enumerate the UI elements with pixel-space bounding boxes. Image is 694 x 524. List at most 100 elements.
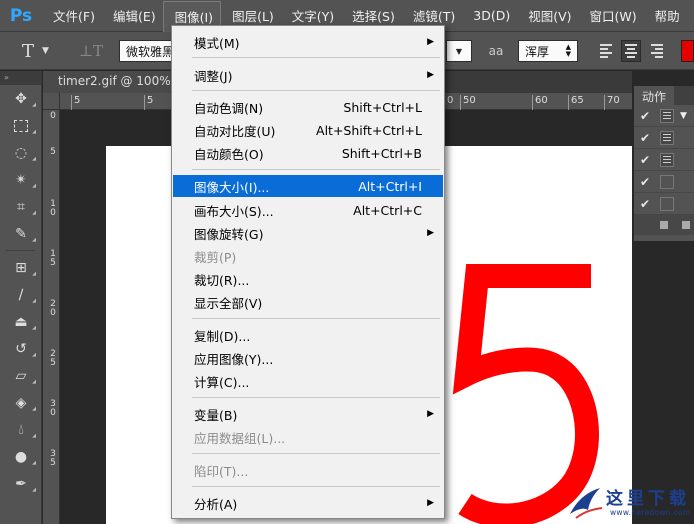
ruler-tick-label: 3 5 (50, 449, 56, 468)
checkmark-icon[interactable]: ✔ (634, 197, 656, 211)
checkmark-icon[interactable]: ✔ (634, 109, 656, 123)
menu-item-label: 裁切(R)... (194, 272, 250, 288)
menu-item-apply-image[interactable]: 应用图像(Y)... (173, 347, 443, 369)
text-color-swatch[interactable] (681, 40, 694, 62)
paint-bucket-icon[interactable]: ◈ ◢ (0, 389, 42, 416)
dodge-tool-icon[interactable]: ● ◢ (0, 443, 42, 470)
crop-tool-icon[interactable]: ⌗ ◢ (0, 193, 42, 220)
toolbox: » ✥ ◢ ◢ ◌ ◢ ✴ ◢ ⌗ ◢ ✎ ◢ ⊞ ◢ ∕ ◢ ⏏ ◢ ↺ ◢ ▱ ◢ ◈ ◢ 💧︎ ◢… (0, 71, 42, 524)
menu-view[interactable]: 视图(V) (517, 0, 578, 32)
align-left-icon[interactable] (597, 40, 617, 62)
submenu-arrow-icon: ▶ (427, 228, 434, 238)
pen-tool-icon[interactable]: ✒ ◢ (0, 470, 42, 497)
actions-tab[interactable]: 动作 (634, 86, 675, 105)
menu-item-label: 调整(J) (194, 68, 233, 84)
checkmark-icon[interactable]: ✔ (634, 175, 656, 189)
menu-item-trap: 陷印(T)... (173, 459, 443, 481)
ruler-vertical[interactable]: 0 5 1 0 1 5 2 0 2 5 3 0 3 5 (43, 110, 60, 524)
actions-panel-header: 动作 (634, 86, 694, 105)
blur-tool-icon[interactable]: 💧︎ ◢ (0, 416, 42, 443)
menu-separator (192, 57, 440, 58)
dialog-toggle-icon[interactable] (660, 174, 674, 189)
antialias-select[interactable]: 浑厚 ▲ ▼ (518, 40, 578, 62)
menu-item-image-size[interactable]: 图像大小(I)... Alt+Ctrl+I (173, 175, 443, 197)
antialias-icon: aa (488, 44, 504, 58)
new-action-icon[interactable] (682, 221, 690, 229)
menu-item-analysis[interactable]: 分析(A) ▶ (173, 492, 443, 514)
history-brush-icon[interactable]: ↺ ◢ (0, 335, 42, 362)
watermark-url: www.heredown.com (610, 508, 691, 517)
text-tool-preset[interactable]: T ▼ (22, 38, 66, 64)
menu-item-shortcut: Shift+Ctrl+B (341, 145, 422, 161)
menu-item-shortcut: Alt+Shift+Ctrl+L (316, 122, 422, 138)
actions-panel: 动作 ✔ ▼ ✔ ✔ ✔ ✔ (633, 86, 694, 241)
menu-item-trim[interactable]: 裁切(R)... (173, 268, 443, 290)
eraser-tool-icon[interactable]: ▱ ◢ (0, 362, 42, 389)
menu-window[interactable]: 窗口(W) (579, 0, 644, 32)
submenu-arrow-icon: ▶ (427, 70, 434, 80)
chevron-down-icon: ▼ (42, 46, 49, 56)
dialog-toggle-icon[interactable] (660, 130, 674, 145)
menu-item-shortcut: Alt+Ctrl+C (353, 202, 422, 218)
action-row[interactable]: ✔ (634, 193, 694, 215)
ruler-tick-label: 3 0 (50, 399, 56, 418)
ruler-tick-label: 65 (568, 95, 584, 110)
expand-triangle-icon[interactable]: ▼ (680, 111, 687, 121)
brush-tool-icon[interactable]: ∕ ◢ (0, 281, 42, 308)
menu-item-canvas-size[interactable]: 画布大小(S)... Alt+Ctrl+C (173, 199, 443, 221)
menu-3d[interactable]: 3D(D) (462, 0, 517, 32)
menu-item-adjustments[interactable]: 调整(J) ▶ (173, 64, 443, 86)
menu-item-image-rotation[interactable]: 图像旋转(G) ▶ (173, 222, 443, 244)
submenu-arrow-icon: ▶ (427, 37, 434, 47)
align-center-icon[interactable] (621, 40, 641, 62)
healing-brush-icon[interactable]: ⊞ ◢ (0, 254, 42, 281)
menu-item-mode[interactable]: 模式(M) ▶ (173, 31, 443, 53)
align-right-icon[interactable] (648, 40, 668, 62)
submenu-arrow-icon: ▶ (427, 498, 434, 508)
document-tab[interactable]: timer2.gif @ 100% (43, 71, 175, 93)
menu-item-auto-tone[interactable]: 自动色调(N) Shift+Ctrl+L (173, 96, 443, 118)
text-orientation-icon[interactable]: ⊥T (78, 40, 104, 62)
dialog-toggle-icon[interactable] (660, 108, 674, 123)
menu-separator (192, 90, 440, 91)
move-tool-icon[interactable]: ✥ ◢ (0, 85, 42, 112)
menu-item-label: 自动颜色(O) (194, 146, 264, 162)
dialog-toggle-icon[interactable] (660, 196, 674, 211)
dialog-toggle-icon[interactable] (660, 152, 674, 167)
menu-item-variables[interactable]: 变量(B) ▶ (173, 403, 443, 425)
toolbox-collapse-icon[interactable]: » (0, 71, 41, 85)
eyedropper-icon[interactable]: ✎ ◢ (0, 220, 42, 247)
magic-wand-icon[interactable]: ✴ ◢ (0, 166, 42, 193)
menu-item-calculations[interactable]: 计算(C)... (173, 370, 443, 392)
watermark: 这里下载 www.heredown.com (566, 484, 692, 522)
marquee-tool-icon[interactable]: ◢ (0, 112, 42, 139)
font-family-field[interactable]: 微软雅黑 (119, 40, 179, 62)
ruler-tick-label: 1 5 (50, 249, 56, 268)
ruler-origin[interactable] (43, 93, 60, 110)
menu-file[interactable]: 文件(F) (42, 0, 102, 32)
menu-item-auto-contrast[interactable]: 自动对比度(U) Alt+Shift+Ctrl+L (173, 119, 443, 141)
checkmark-icon[interactable]: ✔ (634, 153, 656, 167)
menu-item-label: 图像大小(I)... (194, 179, 270, 195)
actions-footer (634, 215, 694, 235)
ruler-tick-label: 70 (604, 95, 620, 110)
menu-separator (192, 318, 440, 319)
menu-item-reveal-all[interactable]: 显示全部(V) (173, 291, 443, 313)
ruler-tick-label: 2 0 (50, 299, 56, 318)
menu-item-auto-color[interactable]: 自动颜色(O) Shift+Ctrl+B (173, 142, 443, 164)
checkmark-icon[interactable]: ✔ (634, 131, 656, 145)
action-row[interactable]: ✔ (634, 127, 694, 149)
stop-icon[interactable] (660, 221, 668, 229)
action-row[interactable]: ✔ (634, 149, 694, 171)
lasso-tool-icon[interactable]: ◌ ◢ (0, 139, 42, 166)
menu-edit[interactable]: 编辑(E) (102, 0, 163, 32)
clone-stamp-icon[interactable]: ⏏ ◢ (0, 308, 42, 335)
ruler-tick-label: 1 0 (50, 199, 56, 218)
font-size-dropdown[interactable]: ▼ (446, 40, 472, 62)
menu-item-apply-data-set: 应用数据组(L)... (173, 426, 443, 448)
menu-item-duplicate[interactable]: 复制(D)... (173, 324, 443, 346)
action-row[interactable]: ✔ (634, 171, 694, 193)
menu-help[interactable]: 帮助 (644, 0, 687, 32)
action-row[interactable]: ✔ ▼ (634, 105, 694, 127)
ruler-tick-label: 60 (532, 95, 548, 110)
